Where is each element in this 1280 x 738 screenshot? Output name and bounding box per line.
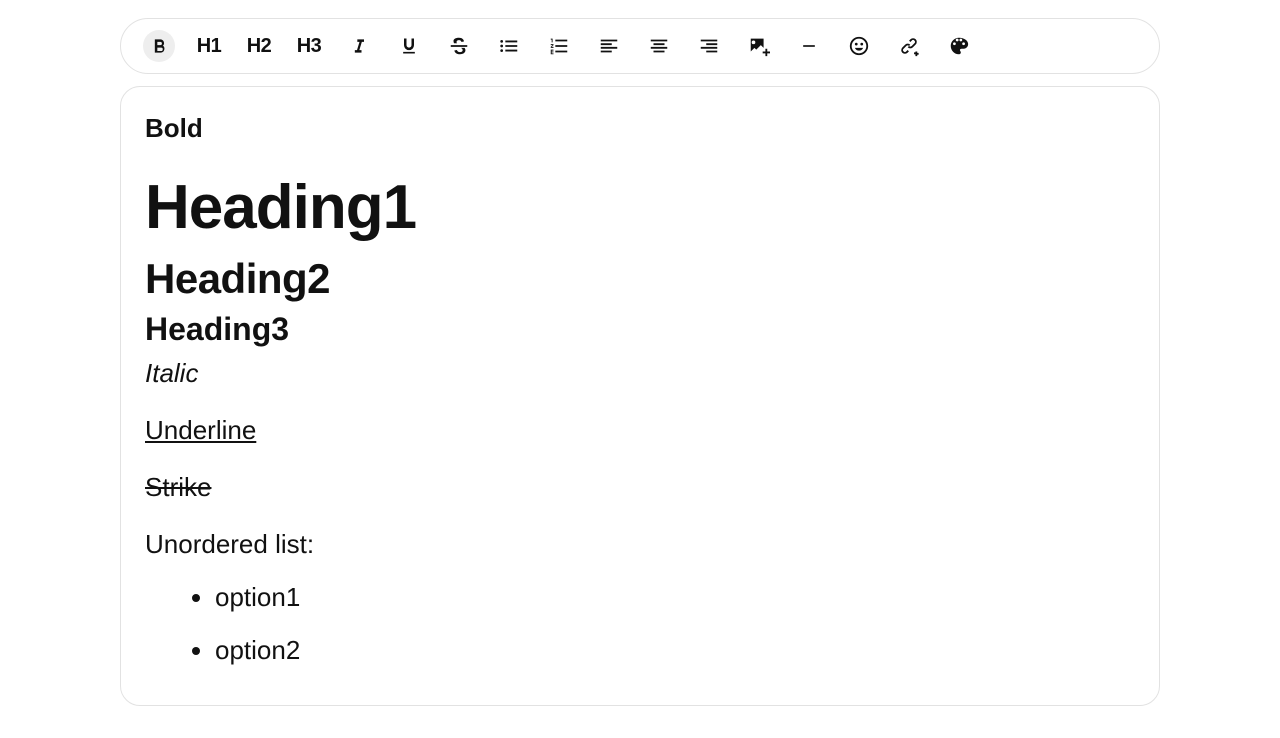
text-heading3[interactable]: Heading3 [145,311,1135,348]
text-underline[interactable]: Underline [145,415,1135,446]
color-button[interactable] [943,30,975,62]
text-ul-label[interactable]: Unordered list: [145,529,1135,560]
h1-button[interactable]: H1 [193,30,225,62]
h3-label: H3 [297,35,322,58]
align-left-icon [598,35,620,57]
strike-icon [448,35,470,57]
palette-icon [948,35,970,57]
list-numbered-icon [548,35,570,57]
link-button[interactable] [893,30,925,62]
h2-label: H2 [247,35,272,58]
underline-button[interactable] [393,30,425,62]
editor-container: Bold Heading1 Heading2 Heading3 Italic U… [120,86,1160,706]
unordered-list[interactable]: option1 option2 [145,582,1135,666]
align-left-button[interactable] [593,30,625,62]
link-add-icon [898,35,920,57]
h1-label: H1 [197,35,222,58]
ordered-list-button[interactable] [543,30,575,62]
bold-button[interactable] [143,30,175,62]
list-bullet-icon [498,35,520,57]
text-heading2[interactable]: Heading2 [145,255,1135,303]
text-bold[interactable]: Bold [145,113,1135,144]
minus-icon [799,36,819,56]
h3-button[interactable]: H3 [293,30,325,62]
list-item[interactable]: option1 [215,582,1135,613]
italic-button[interactable] [343,30,375,62]
editor-content[interactable]: Bold Heading1 Heading2 Heading3 Italic U… [121,87,1159,705]
italic-icon [349,36,369,56]
text-heading1[interactable]: Heading1 [145,172,1135,243]
align-center-icon [648,35,670,57]
image-button[interactable] [743,30,775,62]
strike-button[interactable] [443,30,475,62]
align-right-button[interactable] [693,30,725,62]
image-add-icon [748,35,770,57]
list-item[interactable]: option2 [215,635,1135,666]
align-center-button[interactable] [643,30,675,62]
horizontal-rule-button[interactable] [793,30,825,62]
text-italic[interactable]: Italic [145,358,1135,389]
toolbar: H1 H2 H3 [120,18,1160,74]
text-strike[interactable]: Strike [145,472,1135,503]
bold-icon [149,36,169,56]
emoji-button[interactable] [843,30,875,62]
h2-button[interactable]: H2 [243,30,275,62]
smile-icon [848,35,870,57]
align-right-icon [698,35,720,57]
unordered-list-button[interactable] [493,30,525,62]
underline-icon [399,36,419,56]
